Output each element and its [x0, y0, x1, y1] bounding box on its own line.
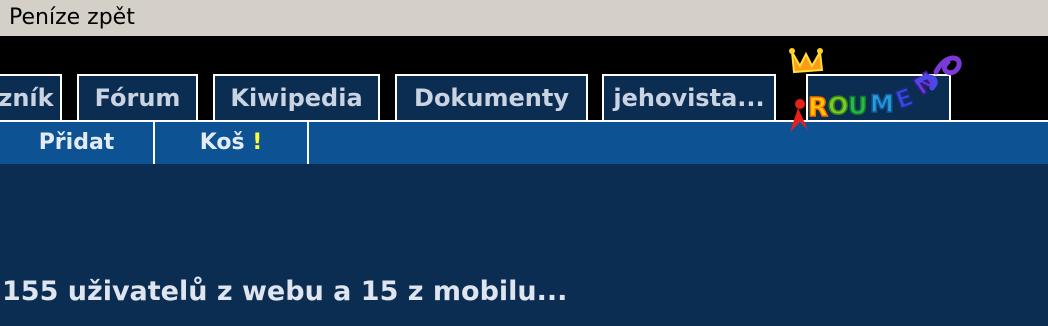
tab-previous[interactable]: zník: [0, 74, 62, 120]
trash-button-label: Koš: [199, 130, 245, 155]
tab-jehovista[interactable]: jehovista...: [602, 74, 776, 120]
roumen-logo-icon[interactable]: R O U M E N: [786, 42, 966, 138]
trash-button[interactable]: Koš !: [155, 122, 309, 164]
svg-text:M: M: [870, 90, 894, 118]
add-button-label: Přidat: [38, 130, 115, 155]
tab-documents[interactable]: Dokumenty: [395, 74, 588, 120]
window-title: Peníze zpět: [9, 5, 135, 30]
svg-text:R: R: [808, 93, 828, 123]
tab-label: Fórum: [94, 84, 181, 112]
tab-label: zník: [0, 84, 54, 112]
svg-text:U: U: [848, 92, 868, 120]
tab-label: jehovista...: [613, 84, 765, 112]
add-button[interactable]: Přidat: [0, 122, 155, 164]
tab-kiwipedia[interactable]: Kiwipedia: [213, 74, 380, 120]
online-users-status: 155 uživatelů z webu a 15 z mobilu...: [2, 276, 568, 307]
tab-forum[interactable]: Fórum: [77, 74, 198, 120]
window-title-bar: Peníze zpět: [0, 0, 1048, 36]
svg-text:O: O: [828, 92, 848, 120]
tab-label: Kiwipedia: [230, 84, 363, 112]
svg-text:E: E: [892, 83, 917, 115]
trash-alert-badge: !: [252, 130, 263, 155]
tab-label: Dokumenty: [414, 84, 569, 112]
